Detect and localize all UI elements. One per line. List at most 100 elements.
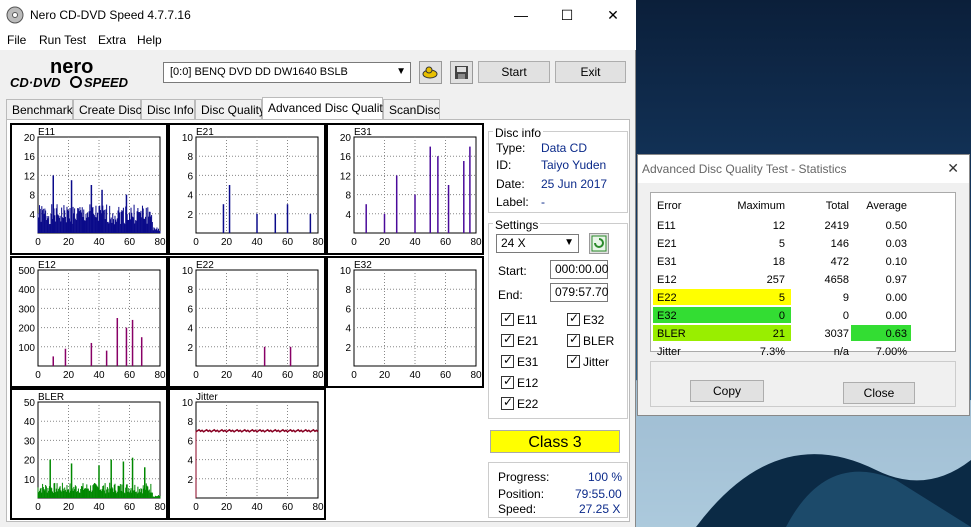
start-button[interactable]: Start	[478, 61, 550, 83]
y-tick-label: 6	[187, 436, 193, 447]
cell-error: BLER	[657, 328, 686, 340]
y-tick-label: 6	[187, 304, 193, 315]
y-tick-label: 12	[24, 171, 36, 182]
y-tick-label: 20	[340, 133, 352, 144]
close-icon[interactable]: ✕	[947, 160, 959, 177]
checkbox-e11[interactable]: E11	[501, 311, 537, 327]
cell-maximum: 0	[778, 310, 785, 322]
statistics-table: Error Maximum Total Average E11 12 2419 0.5…	[650, 192, 957, 358]
cell-total: 4658	[824, 274, 849, 286]
checkbox-e21[interactable]: E21	[501, 332, 538, 348]
x-tick-label: 60	[282, 370, 294, 381]
disc-type-value: Data CD	[541, 141, 588, 155]
menu-run-test[interactable]: Run Test	[39, 33, 86, 47]
menu-extra[interactable]: Extra	[98, 33, 126, 47]
y-tick-label: 4	[29, 210, 35, 221]
y-tick-label: 2	[187, 210, 193, 221]
quality-class-badge: Class 3	[490, 430, 620, 453]
table-row: Jitter 7.3% n/a 7.00%	[651, 343, 957, 361]
disc-info-legend: Disc info	[493, 126, 544, 140]
cell-total: 0	[842, 310, 849, 322]
checkbox-e31[interactable]: E31	[501, 353, 539, 369]
cell-maximum: 257	[766, 274, 785, 286]
y-tick-label: 10	[24, 475, 36, 486]
start-input[interactable]: 000:00.00	[550, 260, 608, 279]
y-tick-label: 16	[24, 152, 36, 163]
y-tick-label: 8	[187, 285, 193, 296]
tab-disc-quality[interactable]: Disc Quality	[195, 99, 265, 119]
x-tick-label: 60	[124, 502, 136, 513]
header-average: Average	[866, 200, 907, 212]
checkbox-e31-label: E31	[517, 355, 539, 369]
cell-error: E31	[657, 256, 677, 268]
y-tick-label: 8	[345, 191, 351, 202]
close-window-button[interactable]: ✕	[590, 0, 636, 30]
maximize-button[interactable]: ☐	[544, 0, 590, 30]
menu-file[interactable]: File	[7, 33, 26, 47]
end-input[interactable]: 079:57.70	[550, 283, 608, 302]
checkbox-bler[interactable]: BLER	[567, 332, 615, 348]
y-tick-label: 40	[24, 417, 36, 428]
y-tick-label: 2	[187, 343, 193, 354]
y-tick-label: 10	[182, 133, 194, 144]
chart-bler: BLER 50 40 30 20 10 0 20 40 60 80	[10, 388, 168, 520]
x-tick-label: 80	[312, 370, 324, 381]
exit-button[interactable]: Exit	[555, 61, 626, 83]
x-tick-label: 0	[351, 237, 357, 248]
x-tick-label: 0	[193, 370, 199, 381]
save-button[interactable]	[450, 61, 473, 84]
y-tick-label: 20	[24, 456, 36, 467]
drive-select-value: [0:0] BENQ DVD DD DW1640 BSLB	[170, 66, 348, 78]
tab-advanced-disc-quality[interactable]: Advanced Disc Quality	[262, 97, 389, 119]
disc-label-label: Label:	[496, 195, 529, 209]
cell-maximum: 18	[772, 256, 785, 268]
tab-disc-info[interactable]: Disc Info	[141, 99, 195, 119]
x-tick-label: 40	[93, 370, 105, 381]
tab-scandisc[interactable]: ScanDisc	[383, 99, 440, 119]
refresh-speed-button[interactable]	[589, 233, 609, 254]
x-tick-label: 20	[221, 237, 233, 248]
tab-create-disc[interactable]: Create Disc	[73, 99, 142, 119]
checkbox-e32[interactable]: E32	[567, 311, 604, 327]
table-header: Error Maximum Total Average	[651, 197, 957, 215]
chart-e32: E32 10 8 6 4 2 0 20 40 60 80	[326, 256, 484, 388]
cell-average: 0.97	[885, 274, 907, 286]
disc-date-value: 25 Jun 2017	[541, 177, 608, 191]
x-tick-label: 60	[282, 502, 294, 513]
x-tick-label: 40	[93, 502, 105, 513]
y-tick-label: 4	[345, 210, 351, 221]
cell-total: 2419	[824, 220, 849, 232]
checkbox-checked-icon	[567, 311, 580, 326]
checkbox-e22[interactable]: E22	[501, 395, 538, 411]
nero-cd-dvd-speed-logo: nero CD·DVD SPEED	[10, 56, 129, 90]
menu-help[interactable]: Help	[137, 33, 162, 47]
y-tick-label: 200	[18, 324, 35, 335]
chart-title: E12	[38, 260, 56, 271]
close-button[interactable]: Close	[843, 382, 915, 404]
y-tick-label: 2	[345, 343, 351, 354]
cell-error: Jitter	[657, 346, 681, 358]
y-tick-label: 16	[340, 152, 352, 163]
minimize-button[interactable]: —	[498, 0, 544, 30]
y-tick-label: 8	[29, 191, 35, 202]
title-bar: Nero CD-DVD Speed 4.7.7.16 — ☐ ✕	[0, 0, 636, 30]
speed-select[interactable]: 24 X ▼	[496, 234, 579, 253]
chart-e31: E31 20 16 12 8 4 0 20 40 60 80	[326, 123, 484, 255]
checkbox-bler-label: BLER	[583, 334, 615, 348]
x-tick-label: 80	[312, 502, 324, 513]
table-row: E32 0 0 0.00	[651, 307, 957, 325]
table-row: E12 257 4658 0.97	[651, 271, 957, 289]
drive-select[interactable]: [0:0] BENQ DVD DD DW1640 BSLB ▼	[163, 62, 411, 83]
x-tick-label: 0	[351, 370, 357, 381]
y-tick-label: 10	[340, 266, 352, 277]
checkbox-e12[interactable]: E12	[501, 374, 538, 390]
checkbox-jitter[interactable]: Jitter	[567, 353, 609, 369]
drive-info-button[interactable]	[419, 61, 442, 84]
chart-jitter: Jitter 10 8 6 4 2 0 20 40 60 80	[168, 388, 326, 520]
y-tick-label: 300	[18, 304, 35, 315]
tab-benchmark[interactable]: Benchmark	[6, 99, 73, 119]
start-label: Start:	[498, 264, 527, 278]
drive-eject-icon	[422, 66, 438, 79]
copy-button[interactable]: Copy	[690, 380, 764, 402]
x-tick-label: 60	[124, 370, 136, 381]
